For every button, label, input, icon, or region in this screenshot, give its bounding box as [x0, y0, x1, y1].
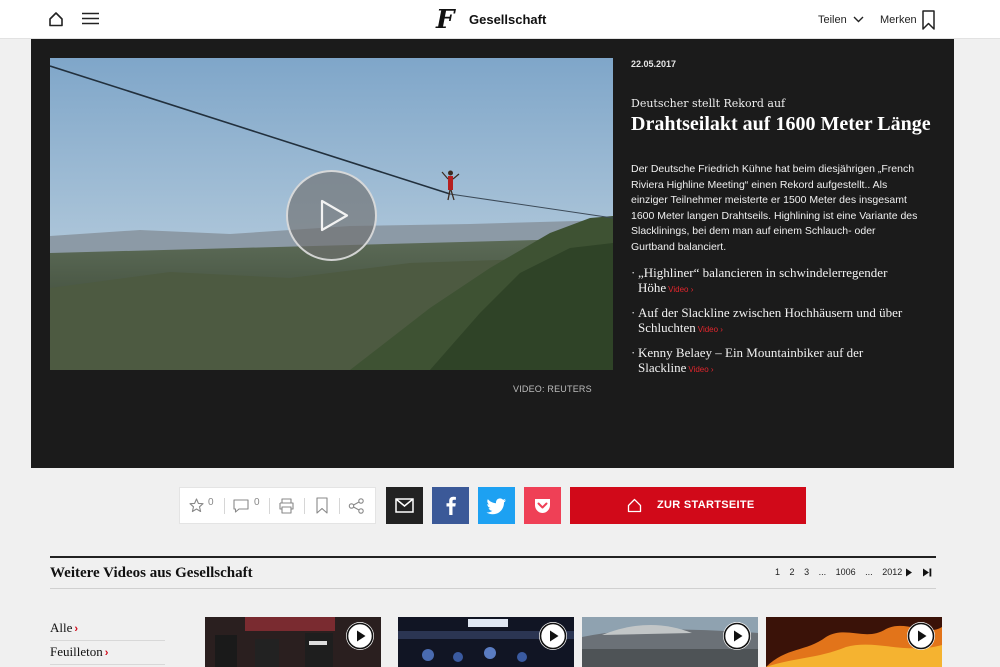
- share-icon[interactable]: [348, 498, 365, 514]
- page-link-3[interactable]: 3: [804, 567, 809, 577]
- page-ellipsis: ...: [818, 567, 827, 577]
- pocket-share-button[interactable]: [524, 487, 561, 524]
- homepage-button-label: ZUR STARTSEITE: [657, 499, 755, 511]
- bookmark-icon[interactable]: [922, 10, 935, 30]
- chevron-right-icon: ›: [104, 647, 109, 659]
- play-icon: [346, 622, 374, 650]
- play-button[interactable]: [286, 170, 377, 261]
- filter-all-label: Alle: [50, 620, 73, 635]
- email-icon: [395, 498, 414, 513]
- play-icon: [320, 199, 349, 232]
- play-icon: [723, 622, 751, 650]
- article-date: 22.05.2017: [631, 59, 677, 69]
- share-menu-label: Teilen: [818, 14, 847, 26]
- video-thumbnail[interactable]: [766, 617, 942, 667]
- share-menu-button[interactable]: Teilen: [818, 14, 864, 26]
- bookmark-icon[interactable]: [316, 497, 328, 514]
- page: F Gesellschaft Teilen Merken VIDEO: REUT…: [0, 0, 1000, 667]
- section-title[interactable]: Gesellschaft: [469, 12, 546, 27]
- video-thumbnail[interactable]: [398, 617, 574, 667]
- page-link-2012[interactable]: 2012: [882, 567, 902, 577]
- print-icon[interactable]: [278, 498, 295, 514]
- divider: [224, 498, 225, 514]
- filter-all[interactable]: Alle ›: [50, 617, 165, 641]
- video-thumbnail[interactable]: [205, 617, 381, 667]
- facebook-icon: [446, 496, 456, 515]
- article-kicker: Deutscher stellt Rekord auf: [631, 97, 786, 110]
- menu-icon[interactable]: [82, 12, 99, 25]
- bookmark-button[interactable]: Merken: [880, 14, 917, 26]
- email-share-button[interactable]: [386, 487, 423, 524]
- twitter-share-button[interactable]: [478, 487, 515, 524]
- video-category-filters: Alle › Feuilleton ›: [50, 617, 165, 665]
- related-video-link[interactable]: „Highliner“ balancieren in schwindelerre…: [631, 265, 921, 297]
- twitter-icon: [486, 498, 506, 515]
- bookmark-label: Merken: [880, 14, 917, 26]
- play-button[interactable]: [539, 622, 567, 650]
- page-link-2[interactable]: 2: [790, 567, 795, 577]
- more-videos-title: Weitere Videos aus Gesellschaft: [50, 565, 253, 581]
- last-page-icon[interactable]: [922, 568, 932, 577]
- favorites-count: 0: [208, 497, 214, 508]
- section-divider: [50, 588, 936, 589]
- play-button[interactable]: [723, 622, 751, 650]
- related-video-title: Auf der Slackline zwischen Hochhäusern u…: [638, 305, 903, 335]
- related-videos-list: „Highliner“ balancieren in schwindelerre…: [631, 265, 921, 385]
- article-headline: Drahtseilakt auf 1600 Meter Länge: [631, 113, 931, 135]
- star-icon[interactable]: [189, 498, 204, 513]
- related-video-link[interactable]: Kenny Belaey – Ein Mountainbiker auf der…: [631, 345, 921, 377]
- related-video-title: Kenny Belaey – Ein Mountainbiker auf der…: [638, 345, 864, 375]
- home-icon: [627, 498, 642, 513]
- video-tag: Video ›: [688, 365, 714, 374]
- play-button[interactable]: [907, 622, 935, 650]
- faz-logo[interactable]: F: [436, 5, 454, 35]
- play-icon: [539, 622, 567, 650]
- video-tag: Video ›: [697, 325, 723, 334]
- home-icon[interactable]: [48, 11, 64, 27]
- video-tag: Video ›: [668, 285, 694, 294]
- article-tools-bar: 0 0: [179, 487, 376, 524]
- divider: [304, 498, 305, 514]
- divider: [339, 498, 340, 514]
- play-icon: [907, 622, 935, 650]
- top-navigation-bar: F Gesellschaft Teilen Merken: [0, 0, 1000, 39]
- filter-feuilleton-label: Feuilleton: [50, 644, 103, 659]
- pagination: 1 2 3 ... 1006 ... 2012: [775, 567, 909, 577]
- chevron-down-icon: [853, 16, 864, 23]
- comments-count: 0: [254, 497, 260, 508]
- video-thumbnail[interactable]: [582, 617, 758, 667]
- facebook-share-button[interactable]: [432, 487, 469, 524]
- comment-icon[interactable]: [233, 499, 249, 513]
- article-teaser: Der Deutsche Friedrich Kühne hat beim di…: [631, 163, 918, 253]
- filter-feuilleton[interactable]: Feuilleton ›: [50, 641, 165, 665]
- video-credit: VIDEO: REUTERS: [513, 384, 592, 394]
- chevron-right-icon: ›: [74, 623, 79, 635]
- page-link-1[interactable]: 1: [775, 567, 780, 577]
- divider: [269, 498, 270, 514]
- pocket-icon: [535, 499, 550, 513]
- section-rule: [50, 556, 936, 558]
- page-ellipsis: ...: [865, 567, 873, 577]
- related-video-link[interactable]: Auf der Slackline zwischen Hochhäusern u…: [631, 305, 921, 337]
- next-page-icon[interactable]: [905, 568, 913, 577]
- homepage-button[interactable]: ZUR STARTSEITE: [570, 487, 806, 524]
- play-button[interactable]: [346, 622, 374, 650]
- page-link-1006[interactable]: 1006: [836, 567, 856, 577]
